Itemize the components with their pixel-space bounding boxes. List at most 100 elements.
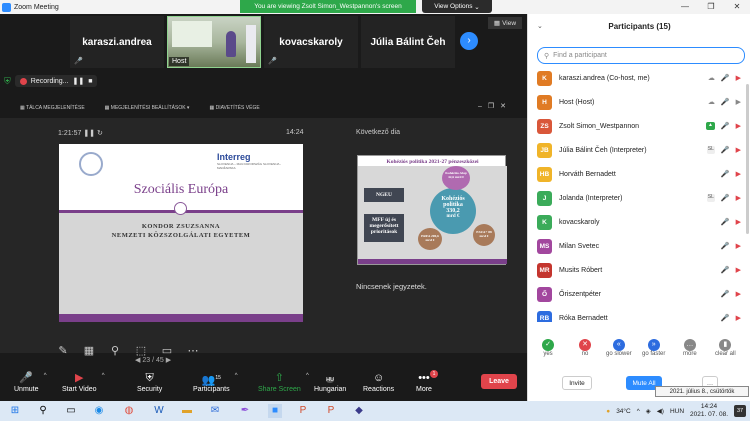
slide-footer-bar <box>59 314 303 322</box>
esza-bubble: ESZA+ 88 mrd € <box>473 224 495 246</box>
end-slideshow-button[interactable]: ▦ DIAVETÍTÉS VÉGE <box>209 105 259 111</box>
pause-icon[interactable]: ❚❚ <box>83 130 95 137</box>
participant-row[interactable]: Ő Őriszentpéter 🎤 ▶ <box>528 282 750 306</box>
share-screen-button[interactable]: ⇧ Share Screen ^ <box>258 370 309 393</box>
start-video-button[interactable]: ▶ Start Video ^ <box>62 370 105 393</box>
thumb-name: karaszi.andrea <box>82 36 152 48</box>
next-slide-icon[interactable]: ▶ <box>166 357 171 364</box>
show-taskbar-button[interactable]: ▦ TÁLCA MEGJELENÍTÉSE <box>20 105 85 111</box>
chevron-up-icon[interactable]: ^ <box>306 373 309 379</box>
more-options-icon[interactable]: ⋯ <box>186 344 200 358</box>
chrome-icon[interactable]: ◍ <box>122 404 136 418</box>
volume-icon[interactable]: ◀) <box>657 407 664 415</box>
x-icon: ✕ <box>579 339 591 351</box>
system-tray: ● 34°C ^ ◈ ◀) HUN 14:24 2021. 07. 08. 37 <box>606 403 746 419</box>
chevron-up-icon[interactable]: ^ <box>102 373 105 379</box>
reaction-more[interactable]: … more <box>683 339 697 357</box>
cohesion-label-4: mrd € <box>446 214 460 219</box>
mic-muted-icon: 🎤 <box>720 123 730 130</box>
thumb-name: Host <box>169 57 190 66</box>
participants-button[interactable]: 👥15 Participants ^ <box>193 370 238 393</box>
presenter-window-controls[interactable]: –❐✕ <box>478 102 512 110</box>
search-icon[interactable]: ⚲ <box>36 404 50 418</box>
restart-icon[interactable]: ↻ <box>97 130 103 137</box>
network-icon[interactable]: ◈ <box>646 407 651 415</box>
powerpoint-icon[interactable]: P <box>324 404 338 418</box>
panel-scrollbar[interactable] <box>746 84 749 234</box>
pen-icon[interactable]: ✎ <box>56 344 70 358</box>
interreg-logo-text: Interreg <box>217 152 251 162</box>
reaction-go-faster[interactable]: » go faster <box>642 339 665 357</box>
participant-row[interactable]: K kovacskaroly 🎤 ▶ <box>528 210 750 234</box>
minimize-button[interactable]: — <box>672 0 698 14</box>
zoom-icon[interactable]: ⚲ <box>108 344 122 358</box>
all-slides-icon[interactable]: ▦ <box>82 344 96 358</box>
keyboard-language[interactable]: HUN <box>670 408 684 415</box>
reaction-go-slower[interactable]: « go slower <box>606 339 632 357</box>
participant-row[interactable]: ZS Zsolt Simon_Westpannon ▲ 🎤 ▶ <box>528 114 750 138</box>
pause-recording-icon[interactable]: ❚❚ <box>73 77 85 85</box>
next-page-arrow-icon[interactable]: › <box>460 32 478 50</box>
participant-search-input[interactable]: ⚲ Find a participant <box>537 47 745 64</box>
participant-row[interactable]: MR Musits Róbert 🎤 ▶ <box>528 258 750 282</box>
taskbar-clock[interactable]: 14:24 2021. 07. 08. <box>690 403 728 419</box>
edge-icon[interactable]: ◉ <box>92 404 106 418</box>
reactions-button[interactable]: ☺ Reactions <box>363 370 394 393</box>
participant-row[interactable]: MS Milan Svetec 🎤 ▶ <box>528 234 750 258</box>
app-icon[interactable]: ◆ <box>352 404 366 418</box>
current-slide: Interreg SLOVENIJA – MAGYARORSZÁG SLOVEN… <box>59 144 303 322</box>
participant-row[interactable]: J Jolanda (Interpreter) SL 🎤 ▶ <box>528 186 750 210</box>
view-button[interactable]: ▦ View <box>488 17 522 29</box>
participant-row[interactable]: JB Júlia Bálint Čeh (Interpreter) SL 🎤 ▶ <box>528 138 750 162</box>
more-button[interactable]: ••• More 1 <box>416 370 438 393</box>
close-button[interactable]: ✕ <box>724 0 750 14</box>
leave-button[interactable]: Leave <box>481 374 517 389</box>
feather-icon[interactable]: ✒ <box>238 404 252 418</box>
slide-circle-ornament <box>174 202 187 215</box>
tray-chevron-icon[interactable]: ^ <box>637 408 640 415</box>
reaction-clear-all[interactable]: ▮ clear all <box>715 339 736 357</box>
windows-start-icon[interactable]: ⊞ <box>8 404 22 418</box>
reaction-no[interactable]: ✕ no <box>579 339 591 357</box>
mic-muted-icon: 🎤 <box>720 171 730 178</box>
security-button[interactable]: ⛨ Security <box>137 370 162 393</box>
unmute-button[interactable]: 🎤 Unmute ^ <box>14 370 47 393</box>
video-thumb-host[interactable]: Host <box>167 16 261 68</box>
notification-center-icon[interactable]: 37 <box>734 405 746 417</box>
word-icon[interactable]: W <box>152 404 166 418</box>
task-view-icon[interactable]: ▭ <box>64 404 78 418</box>
participant-row[interactable]: H Host (Host) ☁ 🎤 ▶ <box>528 90 750 114</box>
mic-muted-icon: 🎤 <box>720 219 730 226</box>
prev-slide-icon[interactable]: ◀ <box>135 357 140 364</box>
zoom-taskbar-icon[interactable]: ■ <box>268 404 282 418</box>
video-thumb-julia[interactable]: Júlia Bálint Čeh <box>361 16 455 68</box>
maximize-button[interactable]: ❐ <box>698 0 724 14</box>
participant-row[interactable]: RB Róka Bernadett 🎤 ▶ <box>528 306 750 322</box>
view-options-button[interactable]: View Options ⌄ <box>422 0 492 13</box>
powerpoint-icon[interactable]: P <box>296 404 310 418</box>
stop-recording-icon[interactable]: ■ <box>88 78 92 85</box>
cloud-icon: ☁ <box>707 99 715 106</box>
zoom-app-icon <box>2 2 11 12</box>
invite-button[interactable]: Invite <box>562 376 592 390</box>
chevron-up-icon[interactable]: ^ <box>235 373 238 379</box>
mail-icon[interactable]: ✉ <box>208 404 222 418</box>
video-thumb-karaszi[interactable]: karaszi.andrea 🎤 <box>70 16 164 68</box>
file-explorer-icon[interactable]: ▬ <box>180 404 194 418</box>
host-video-person <box>226 31 236 57</box>
video-off-icon: ▶ <box>735 315 741 322</box>
video-thumb-kovacskaroly[interactable]: kovacskaroly 🎤 <box>264 16 358 68</box>
reaction-yes[interactable]: ✓ yes <box>542 339 554 357</box>
participant-name: Júlia Bálint Čeh (Interpreter) <box>559 146 647 154</box>
participant-row[interactable]: K karaszi.andrea (Co-host, me) ☁ 🎤 ▶ <box>528 66 750 90</box>
taskbar-time: 14:24 <box>700 403 718 410</box>
share-screen-label: Share Screen <box>258 386 301 393</box>
chevron-up-icon[interactable]: ^ <box>44 373 47 379</box>
avatar: ZS <box>537 118 552 134</box>
participant-status-icons: SL 🎤 ▶ <box>706 146 741 154</box>
display-settings-button[interactable]: ▦ MEGJELENÍTÉSI BEÁLLÍTÁSOK ▾ <box>105 105 190 111</box>
interpretation-button[interactable]: HU Hungarian <box>314 370 346 393</box>
participant-row[interactable]: HB Horváth Bernadett 🎤 ▶ <box>528 162 750 186</box>
next-slide-preview[interactable]: Kohéziós politika 2021-27 pénzeszközei N… <box>357 155 507 265</box>
check-icon: ✓ <box>542 339 554 351</box>
